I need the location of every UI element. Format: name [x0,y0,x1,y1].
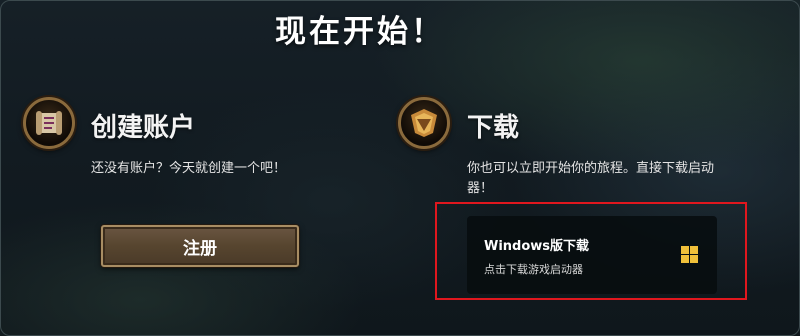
windows-download-subtitle: 点击下载游戏启动器 [484,263,583,276]
download-title: 下载 [467,113,520,143]
register-button[interactable]: 注册 [101,225,299,267]
create-account-title: 创建账户 [91,113,196,143]
create-account-description: 还没有账户？今天就创建一个吧！ [91,161,287,176]
download-shield-icon [398,97,450,149]
windows-download-title: Windows版下载 [484,239,590,254]
download-description-line1: 你也可以立即开始你的旅程。直接下载启动 [467,161,715,176]
windows-download-card[interactable]: Windows版下载 点击下载游戏启动器 [467,216,717,294]
page-title: 现在开始！ [275,14,445,50]
scroll-icon [23,97,75,149]
windows-icon [681,246,698,263]
download-description-line2: 器！ [467,181,494,196]
